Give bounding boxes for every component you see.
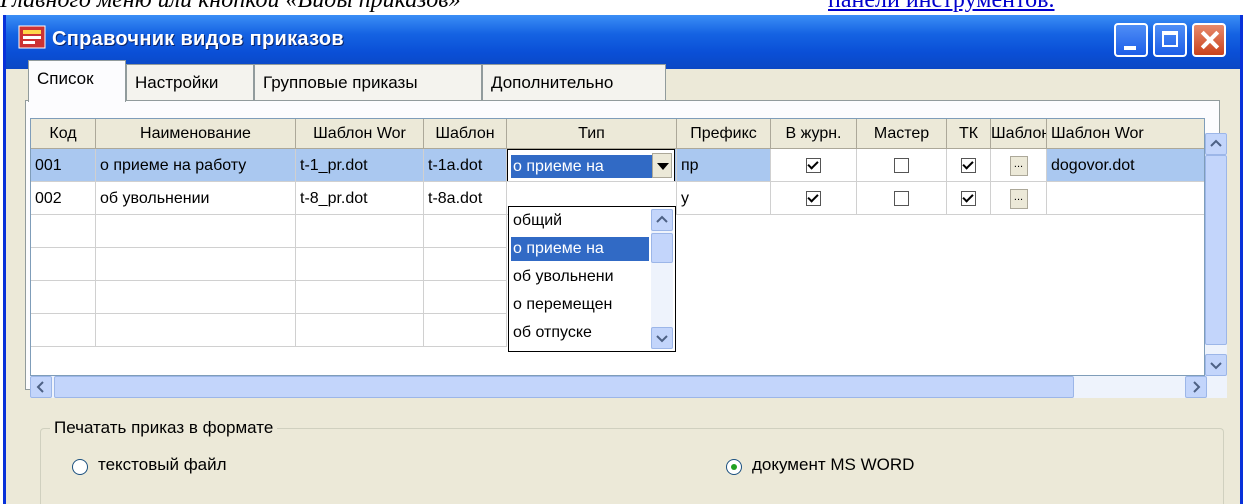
cell-in-journal[interactable] bbox=[771, 182, 857, 215]
cell-word-template[interactable]: t-8_pr.dot bbox=[296, 182, 424, 215]
cell-name[interactable]: об увольнении bbox=[96, 182, 296, 215]
cell-tk[interactable] bbox=[947, 182, 991, 215]
column-header-in-journal[interactable]: В журн. bbox=[771, 119, 857, 149]
scroll-down-icon[interactable] bbox=[1205, 354, 1227, 376]
column-header-master[interactable]: Мастер bbox=[857, 119, 947, 149]
type-dropdown-list[interactable]: общий о приеме на об увольнени о перемещ… bbox=[508, 206, 676, 352]
cell-code[interactable]: 001 bbox=[31, 149, 96, 182]
title-bar[interactable]: Справочник видов приказов bbox=[6, 15, 1240, 69]
dropdown-option[interactable]: общий bbox=[511, 209, 649, 233]
dropdown-option[interactable]: об увольнени bbox=[511, 265, 649, 289]
column-header-word-template[interactable]: Шаблон Wor bbox=[296, 119, 424, 149]
empty-cell bbox=[424, 215, 507, 248]
type-combobox[interactable]: о приеме на bbox=[507, 149, 675, 181]
scroll-down-icon[interactable] bbox=[651, 327, 673, 349]
empty-cell bbox=[31, 215, 96, 248]
cell-template[interactable]: t-8a.dot bbox=[424, 182, 507, 215]
dropdown-option-selected[interactable]: о приеме на bbox=[511, 237, 649, 261]
cell-master[interactable] bbox=[857, 149, 947, 182]
column-header-prefix[interactable]: Префикс bbox=[677, 119, 771, 149]
column-header-template[interactable]: Шаблон bbox=[424, 119, 507, 149]
cell-type[interactable]: о приеме на bbox=[507, 149, 677, 182]
empty-cell bbox=[296, 281, 424, 314]
radio-text-file-label[interactable]: текстовый файл bbox=[98, 455, 227, 475]
close-button[interactable] bbox=[1192, 23, 1226, 57]
template-browse-button[interactable]: ... bbox=[1009, 188, 1028, 209]
combobox-dropdown-icon[interactable] bbox=[652, 153, 672, 178]
scroll-thumb[interactable] bbox=[1205, 155, 1227, 345]
empty-cell bbox=[424, 281, 507, 314]
cell-prefix[interactable]: пр bbox=[677, 149, 771, 182]
tab-list[interactable]: Список bbox=[28, 60, 126, 102]
column-header-type[interactable]: Тип bbox=[507, 119, 677, 149]
empty-cell bbox=[296, 314, 424, 347]
tab-group-orders[interactable]: Групповые приказы bbox=[254, 64, 482, 100]
scroll-up-icon[interactable] bbox=[651, 209, 673, 231]
scroll-thumb[interactable] bbox=[651, 233, 673, 263]
empty-cell bbox=[96, 215, 296, 248]
empty-cell bbox=[296, 248, 424, 281]
empty-cell bbox=[31, 281, 96, 314]
cell-word-template[interactable]: t-1_pr.dot bbox=[296, 149, 424, 182]
in-journal-checkbox[interactable] bbox=[806, 158, 821, 174]
column-header-word-template-2[interactable]: Шаблон Wor bbox=[1047, 119, 1204, 149]
master-checkbox[interactable] bbox=[894, 158, 909, 174]
dropdown-option[interactable]: о перемещен bbox=[511, 293, 649, 317]
scroll-thumb[interactable] bbox=[54, 376, 1074, 398]
grid-vertical-scrollbar[interactable] bbox=[1205, 133, 1227, 376]
dropdown-option[interactable]: об отпуске bbox=[511, 321, 649, 345]
in-journal-checkbox[interactable] bbox=[806, 191, 821, 207]
cell-template[interactable]: t-1a.dot bbox=[424, 149, 507, 182]
radio-text-file[interactable] bbox=[72, 459, 88, 475]
template-browse-button[interactable]: ... bbox=[1009, 155, 1028, 176]
cell-in-journal[interactable] bbox=[771, 149, 857, 182]
column-header-code[interactable]: Код bbox=[31, 119, 96, 149]
tk-checkbox[interactable] bbox=[961, 191, 976, 207]
scroll-up-icon[interactable] bbox=[1205, 133, 1227, 155]
cell-template-2[interactable]: ... bbox=[991, 182, 1047, 215]
column-header-template-2[interactable]: Шаблон bbox=[991, 119, 1047, 149]
empty-cell bbox=[96, 314, 296, 347]
cell-master[interactable] bbox=[857, 182, 947, 215]
window-title: Справочник видов приказов bbox=[52, 28, 344, 50]
dropdown-scrollbar[interactable] bbox=[651, 209, 673, 349]
cell-template-2[interactable]: ... bbox=[991, 149, 1047, 182]
print-format-legend: Печатать приказ в формате bbox=[50, 418, 278, 438]
cell-code[interactable]: 002 bbox=[31, 182, 96, 215]
grid-horizontal-scrollbar[interactable] bbox=[30, 376, 1227, 398]
document-link[interactable]: панели инструментов. bbox=[828, 0, 1055, 14]
cell-name[interactable]: о приеме на работу bbox=[96, 149, 296, 182]
tab-additional[interactable]: Дополнительно bbox=[482, 64, 666, 100]
empty-cell bbox=[96, 281, 296, 314]
column-header-tk[interactable]: ТК bbox=[947, 119, 991, 149]
radio-ms-word[interactable] bbox=[726, 459, 742, 475]
cell-word-template-2[interactable]: dogovor.dot bbox=[1047, 149, 1204, 182]
document-text: Главного меню или кнопкой «Виды приказов… bbox=[0, 0, 461, 13]
scroll-left-icon[interactable] bbox=[30, 376, 52, 398]
maximize-button[interactable] bbox=[1153, 23, 1187, 57]
empty-cell bbox=[424, 248, 507, 281]
empty-cell bbox=[96, 248, 296, 281]
empty-cell bbox=[31, 248, 96, 281]
minimize-button[interactable] bbox=[1114, 23, 1148, 57]
empty-cell bbox=[424, 314, 507, 347]
empty-cell bbox=[296, 215, 424, 248]
scroll-right-icon[interactable] bbox=[1185, 376, 1207, 398]
app-icon bbox=[18, 25, 46, 49]
column-header-name[interactable]: Наименование bbox=[96, 119, 296, 149]
type-combobox-value: о приеме на bbox=[511, 155, 663, 178]
master-checkbox[interactable] bbox=[894, 191, 909, 207]
radio-ms-word-label[interactable]: документ MS WORD bbox=[752, 455, 914, 475]
cell-word-template-2[interactable] bbox=[1047, 182, 1204, 215]
cell-tk[interactable] bbox=[947, 149, 991, 182]
document-text-strip: Главного меню или кнопкой «Виды приказов… bbox=[0, 0, 1248, 14]
cell-prefix[interactable]: у bbox=[677, 182, 771, 215]
tk-checkbox[interactable] bbox=[961, 158, 976, 174]
tab-settings[interactable]: Настройки bbox=[126, 64, 254, 100]
empty-cell bbox=[31, 314, 96, 347]
